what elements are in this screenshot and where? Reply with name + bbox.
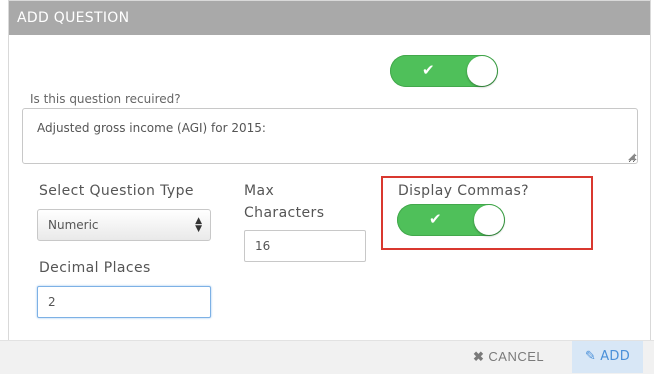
question-type-label: Select Question Type: [39, 183, 194, 199]
cancel-button[interactable]: ✖ CANCEL: [473, 344, 544, 370]
display-commas-label: Display Commas?: [398, 183, 529, 199]
add-button[interactable]: ✎ ADD: [572, 341, 643, 373]
max-characters-label-line2: Characters: [244, 205, 325, 221]
toggle-knob[interactable]: [467, 56, 497, 86]
required-toggle[interactable]: ✔: [390, 55, 498, 87]
select-arrows-icon: ▲ ▼: [195, 216, 202, 234]
decimal-places-input[interactable]: [37, 286, 211, 318]
cancel-label: CANCEL: [488, 349, 545, 364]
max-characters-input[interactable]: [244, 230, 366, 262]
pencil-icon: ✎: [584, 349, 597, 364]
max-characters-label-line1: Max: [244, 183, 275, 199]
question-text-input[interactable]: Adjusted gross income (AGI) for 2015:: [22, 108, 638, 164]
required-label: Is this question recuired?: [30, 92, 181, 106]
resize-grip-icon[interactable]: ◢: [628, 152, 635, 162]
toggle-knob[interactable]: [474, 205, 504, 235]
decimal-places-label: Decimal Places: [39, 260, 151, 276]
question-type-selected: Numeric: [48, 218, 99, 232]
x-icon: ✖: [473, 349, 485, 364]
display-commas-toggle[interactable]: ✔: [397, 204, 505, 236]
check-icon: ✔: [422, 61, 435, 79]
dialog-title: ADD QUESTION: [9, 1, 650, 35]
question-type-select[interactable]: Numeric ▲ ▼: [37, 209, 211, 241]
add-label: ADD: [600, 349, 631, 364]
dialog-footer: [0, 340, 654, 374]
check-icon: ✔: [429, 210, 442, 228]
